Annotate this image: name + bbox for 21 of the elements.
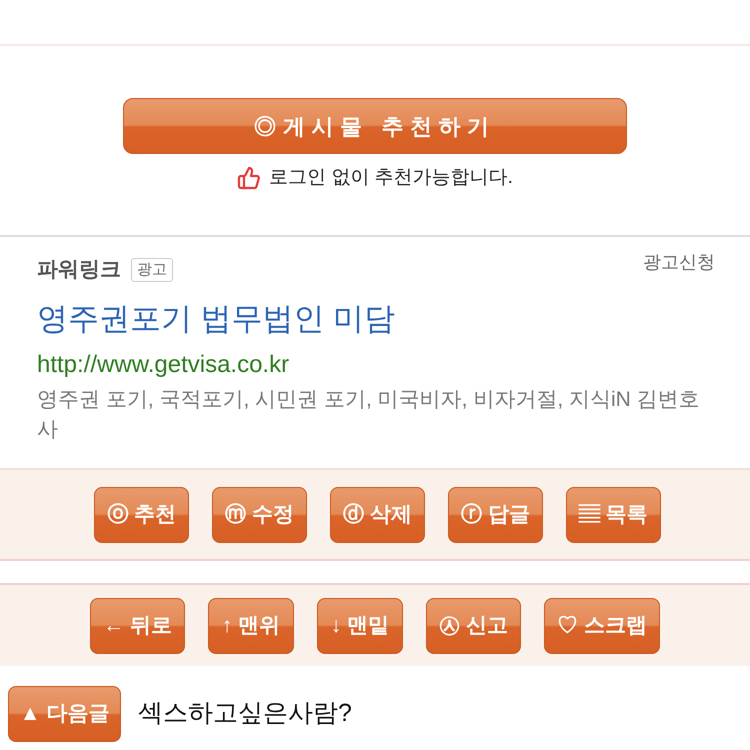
ad-description: 영주권 포기, 국적포기, 시민권 포기, 미국비자, 비자거절, 지식iN 김변호사	[37, 387, 701, 443]
next-post-button[interactable]: ▲ 다음글	[8, 686, 121, 742]
thumbs-up-icon	[237, 166, 262, 190]
power-link-title: 파워링크	[37, 257, 121, 283]
action-button[interactable]: ⓡ 답글	[448, 486, 543, 542]
nav-button[interactable]: ㉦ 신고	[426, 598, 521, 654]
nav-button[interactable]: ↓ 맨밑	[317, 598, 404, 654]
nav-button[interactable]: ♡ 스크랩	[544, 598, 660, 654]
action-button[interactable]: ▤ 목록	[566, 486, 661, 542]
ad-url-link[interactable]: http://www.getvisa.co.kr	[37, 349, 713, 381]
action-button[interactable]: ⓜ 수정	[212, 486, 308, 542]
action-button[interactable]: ⓓ 삭제	[330, 486, 425, 542]
ad-title-link[interactable]: 영주권포기 법무법인 미담	[37, 297, 713, 341]
action-button[interactable]: ⓞ 추천	[94, 486, 190, 542]
ad-badge: 광고	[131, 258, 173, 282]
recommend-post-button[interactable]: ◎게시물 추천하기	[123, 98, 627, 154]
next-post-title[interactable]: 섹스하고싶은사람?	[138, 695, 352, 733]
ad-apply-link[interactable]: 광고신청	[643, 249, 715, 276]
nav-button[interactable]: ↑ 맨위	[208, 598, 294, 654]
nav-button[interactable]: ← 뒤로	[90, 598, 186, 654]
recommend-note: 로그인 없이 추천가능합니다.	[269, 166, 513, 190]
